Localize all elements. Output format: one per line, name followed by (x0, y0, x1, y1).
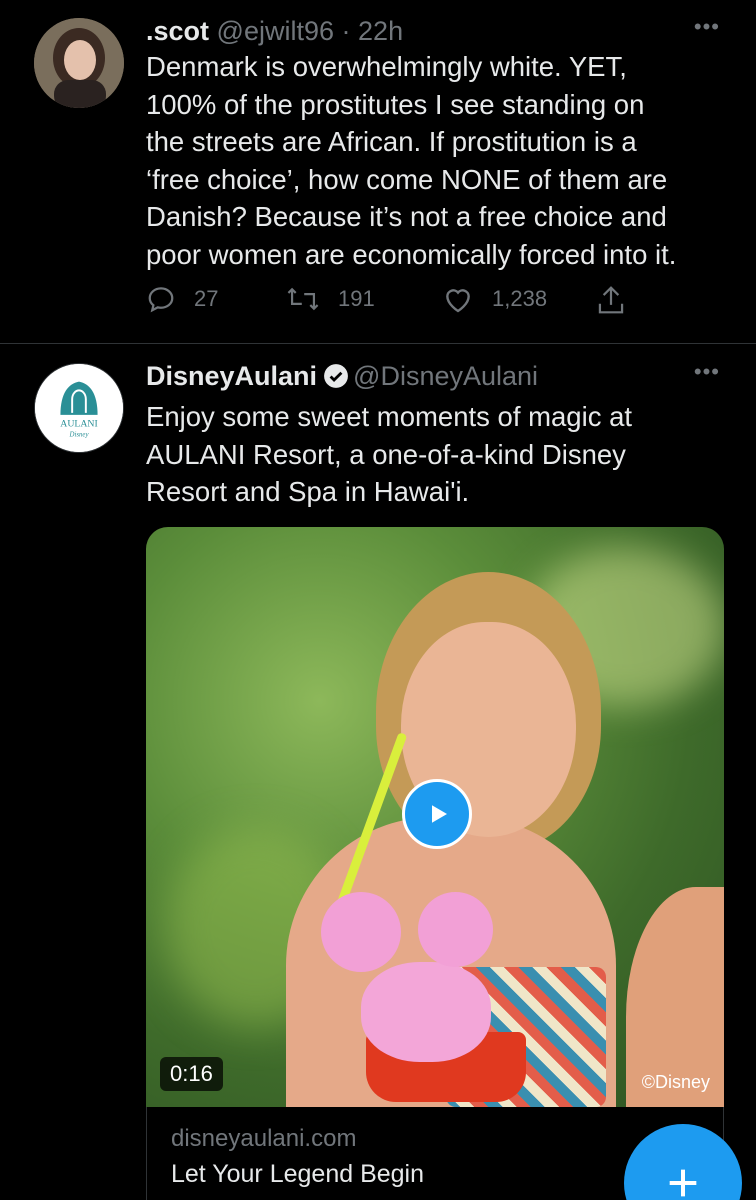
display-name[interactable]: .scot (146, 16, 209, 46)
more-icon[interactable]: ••• (694, 359, 720, 385)
compose-plus-icon (669, 1169, 697, 1197)
avatar[interactable] (34, 18, 124, 108)
card-title: Let Your Legend Begin (171, 1160, 425, 1188)
user-handle[interactable]: @DisneyAulani (353, 361, 538, 391)
shave-ice (361, 962, 491, 1062)
more-icon[interactable]: ••• (694, 14, 720, 40)
retweet-button[interactable]: 191 (286, 284, 375, 314)
avatar-logo-text: AULANI (60, 419, 97, 430)
avatar-logo-subtext: Disney (69, 431, 90, 438)
tweet-header: .scot @ejwilt96 · 22h (146, 14, 403, 48)
like-count: 1,238 (492, 286, 548, 311)
verified-icon (324, 364, 348, 388)
shave-ice-ear (321, 892, 401, 972)
share-icon (598, 286, 624, 314)
video-media[interactable]: 0:16 ©Disney (146, 527, 724, 1107)
video-duration: 0:16 (160, 1057, 223, 1091)
user-handle[interactable]: @ejwilt96 (217, 16, 334, 46)
copyright-label: ©Disney (641, 1072, 710, 1092)
shave-ice-ear (418, 892, 493, 967)
like-icon (446, 289, 470, 313)
retweet-count: 191 (338, 286, 375, 311)
separator: · (341, 16, 351, 46)
reply-count: 27 (194, 286, 219, 311)
tweet-text: Denmark is overwhelmingly white. YET, 10… (146, 51, 677, 270)
card-domain: disneyaulani.com (171, 1125, 357, 1152)
reply-icon (148, 287, 174, 313)
play-button[interactable] (402, 779, 472, 849)
tweet-text: Enjoy some sweet moments of magic at AUL… (146, 401, 633, 507)
timestamp[interactable]: 22h (358, 16, 403, 46)
share-button[interactable] (596, 284, 626, 316)
tweet-actions: 27 191 1,238 (146, 284, 646, 318)
tweet-ejwilt96[interactable]: .scot @ejwilt96 · 22h ••• Denmark is ove… (0, 0, 756, 344)
display-name[interactable]: DisneyAulani (146, 361, 317, 391)
reply-button[interactable]: 27 (146, 284, 218, 314)
play-icon (432, 805, 447, 823)
like-button[interactable]: 1,238 (442, 284, 547, 314)
tweet-header: DisneyAulani @DisneyAulani (146, 359, 538, 393)
retweet-icon (287, 287, 319, 311)
avatar[interactable]: AULANI Disney (34, 363, 124, 453)
